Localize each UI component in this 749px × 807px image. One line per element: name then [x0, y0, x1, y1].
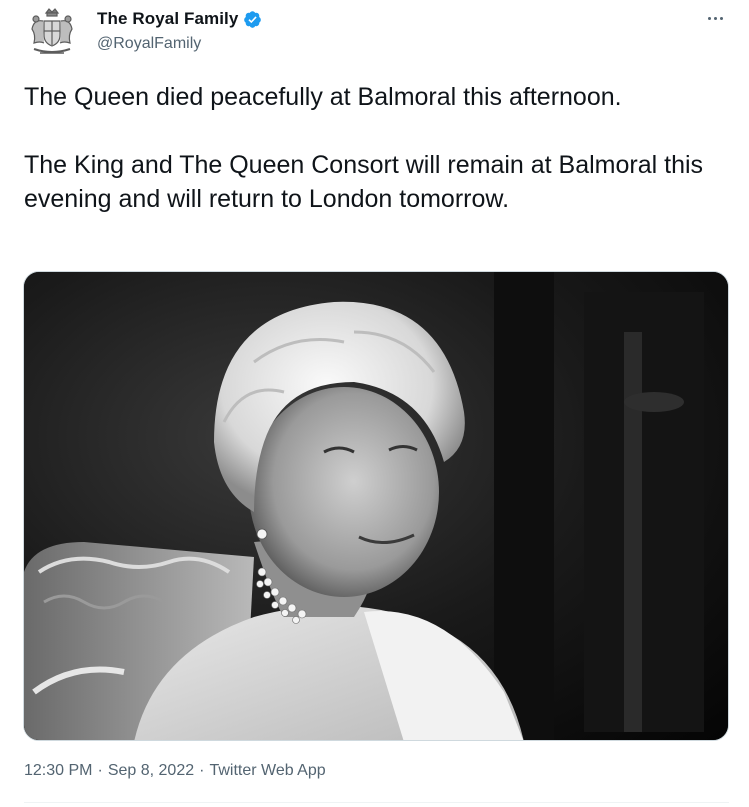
tweet-date[interactable]: Sep 8, 2022	[108, 762, 194, 780]
more-dot	[707, 16, 711, 20]
name-row: The Royal Family	[97, 7, 262, 31]
author-names: The Royal Family @RoyalFamily	[97, 7, 262, 53]
tweet-header: The Royal Family @RoyalFamily	[24, 4, 729, 60]
more-dot	[719, 16, 723, 20]
tweet-time[interactable]: 12:30 PM	[24, 762, 92, 780]
author-handle[interactable]: @RoyalFamily	[97, 35, 262, 53]
more-dot	[713, 16, 717, 20]
tweet-source[interactable]: Twitter Web App	[209, 762, 325, 780]
portrait-image	[24, 272, 728, 740]
verified-badge-icon	[243, 10, 262, 29]
coat-of-arms-icon	[31, 8, 73, 54]
tweet-text: The Queen died peacefully at Balmoral th…	[24, 80, 724, 216]
avatar[interactable]	[24, 6, 80, 58]
tweet: The Royal Family @RoyalFamily The Queen …	[0, 0, 749, 807]
author-display-name[interactable]: The Royal Family	[97, 9, 238, 29]
tweet-photo[interactable]	[23, 271, 729, 741]
tweet-paragraph: The Queen died peacefully at Balmoral th…	[24, 83, 622, 111]
more-options-button[interactable]	[701, 8, 729, 28]
tweet-meta: 12:30 PM · Sep 8, 2022 · Twitter Web App	[24, 762, 326, 780]
tweet-paragraph: The King and The Queen Consort will rema…	[24, 151, 704, 213]
meta-separator: ·	[199, 762, 205, 779]
meta-separator: ·	[97, 762, 103, 779]
divider	[24, 802, 729, 803]
